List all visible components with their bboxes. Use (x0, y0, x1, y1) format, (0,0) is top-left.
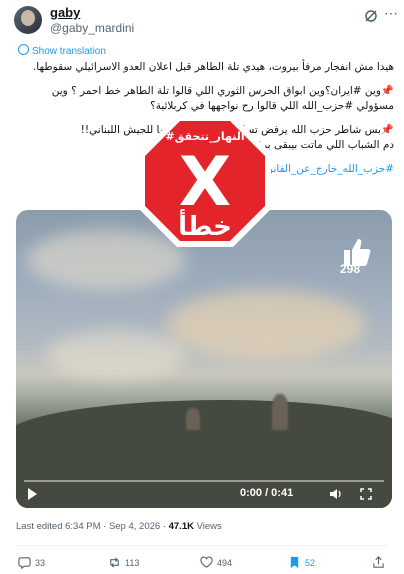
tweet-line: 📌وين #ايران؟وين ابواق الحرس الثوري اللي … (51, 84, 394, 97)
tweet-header: gaby @gaby_mardini ⋯ (0, 0, 404, 42)
avatar[interactable] (14, 6, 42, 34)
grok-icon[interactable] (364, 9, 378, 23)
video-progress-bar[interactable] (24, 480, 384, 482)
author-name[interactable]: gaby (50, 5, 80, 20)
like-count: 494 (217, 557, 233, 568)
bookmark-count: 52 (305, 557, 316, 568)
reply-icon (18, 557, 31, 569)
repost-icon (110, 557, 119, 568)
fact-check-stamp: #النهار_تتحقق X خطأ (139, 115, 271, 247)
tweet-line: هيدا مش انفجار مرفأ بيروت، هيدي تلة الطا… (32, 61, 394, 73)
repost-button[interactable]: 113 (108, 556, 139, 569)
stamp-verdict: خطأ (178, 209, 232, 242)
video-time: 0:00 / 0:41 (240, 487, 294, 499)
heart-icon (200, 556, 213, 568)
views-label: Views (193, 521, 222, 532)
stamp-x-mark: X (179, 143, 231, 222)
more-options-icon[interactable]: ⋯ (384, 5, 399, 22)
reply-button[interactable]: 33 (18, 556, 45, 569)
views-count: 47.1K (168, 521, 194, 532)
fullscreen-icon[interactable] (360, 488, 372, 500)
tweet-meta: Last edited 6:34 PM · Sep 4, 2026 · 47.1… (16, 521, 222, 532)
edited-timestamp[interactable]: Last edited 6:34 PM · Sep 4, 2026 · (16, 521, 169, 532)
repost-count: 113 (125, 557, 140, 568)
stamp-top-text: #النهار_تتحقق (165, 130, 244, 143)
show-translation-label: Show translation (32, 46, 106, 57)
author-handle[interactable]: @gaby_mardini (50, 21, 134, 35)
volume-icon[interactable] (328, 487, 342, 501)
bookmark-icon (290, 556, 299, 569)
video-controls: 0:00 / 0:41 (16, 480, 392, 508)
play-icon[interactable] (28, 488, 37, 500)
globe-icon (18, 44, 29, 55)
action-bar: 33 113 494 52 (16, 556, 388, 570)
share-icon[interactable] (372, 556, 385, 569)
reply-count: 33 (35, 557, 46, 568)
show-translation-link[interactable]: Show translation (18, 44, 106, 57)
bookmark-button[interactable]: 52 (288, 556, 315, 569)
divider (16, 545, 388, 546)
like-button[interactable]: 494 (200, 556, 232, 569)
reaction-count: 298 (340, 262, 361, 276)
